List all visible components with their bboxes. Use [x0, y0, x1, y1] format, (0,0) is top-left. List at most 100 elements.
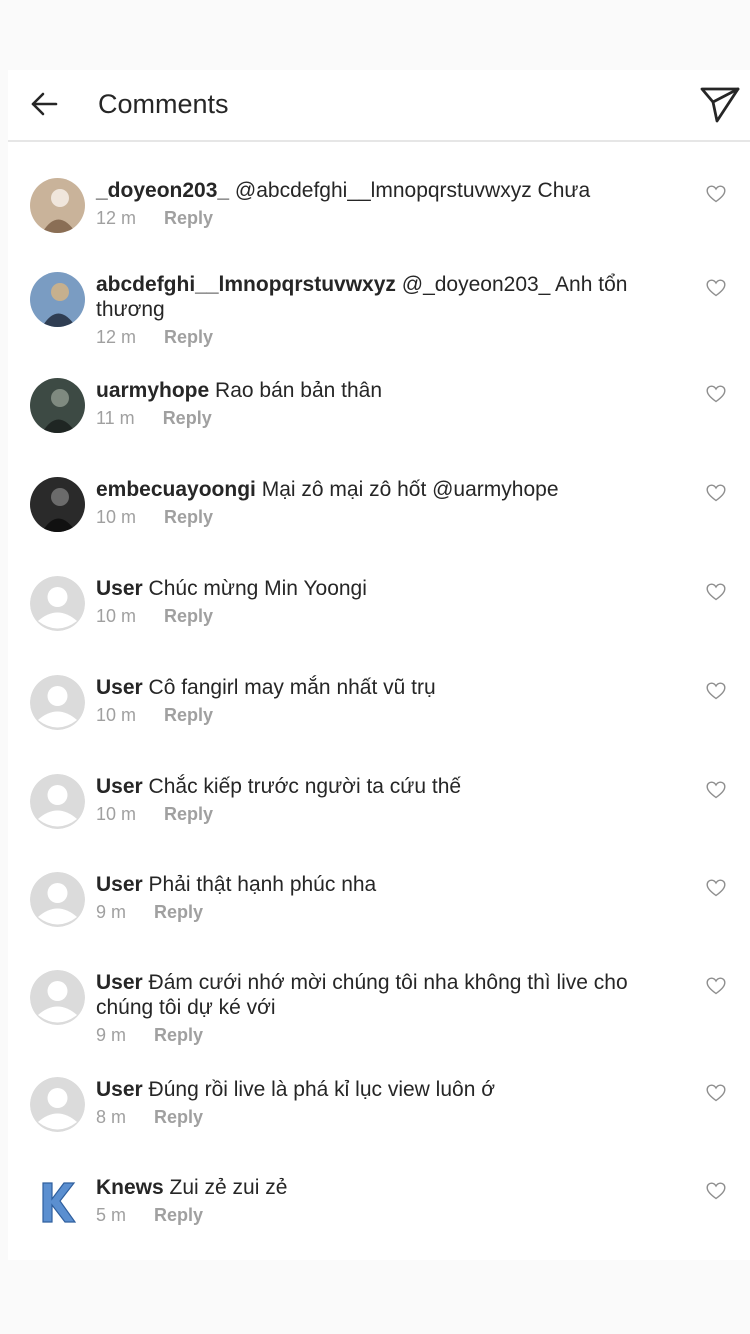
- comment-text-line: User Chắc kiếp trước người ta cứu thế: [96, 774, 666, 799]
- comment-meta: 10 m Reply: [96, 506, 666, 528]
- avatar[interactable]: [30, 774, 85, 829]
- user-photo-icon: [30, 272, 85, 327]
- user-photo-icon: [30, 477, 85, 532]
- comment-time: 11 m: [96, 408, 135, 428]
- default-user-icon: [30, 576, 85, 631]
- comment-meta: 10 m Reply: [96, 704, 666, 726]
- comment-text-line: User Phải thật hạnh phúc nha: [96, 872, 666, 897]
- back-button[interactable]: [24, 84, 64, 124]
- reply-button[interactable]: Reply: [154, 1106, 203, 1128]
- default-user-icon: [30, 675, 85, 730]
- paper-plane-icon: [700, 87, 740, 123]
- user-photo-icon: [30, 378, 85, 433]
- comment-username[interactable]: User: [96, 676, 143, 699]
- like-button[interactable]: [704, 382, 728, 406]
- comment-body: User Phải thật hạnh phúc nha 9 m Reply: [96, 872, 666, 923]
- comment-body: User Cô fangirl may mắn nhất vũ trụ 10 m R…: [96, 675, 666, 726]
- comment-text: Đúng rồi live là phá kỉ lục view luôn ớ: [148, 1078, 495, 1101]
- like-button[interactable]: [704, 1179, 728, 1203]
- avatar[interactable]: [30, 1077, 85, 1132]
- comment-meta: 12 m Reply: [96, 207, 666, 229]
- comment-text: Đám cưới nhớ mời chúng tôi nha không thì…: [96, 971, 628, 1019]
- comment-username[interactable]: User: [96, 1078, 143, 1101]
- heart-outline-icon: [706, 583, 726, 601]
- like-button[interactable]: [704, 1081, 728, 1105]
- heart-outline-icon: [706, 1084, 726, 1102]
- comment-text-line: abcdefghi__lmnopqrstuvwxyz @_doyeon203_ …: [96, 272, 666, 322]
- avatar[interactable]: [30, 477, 85, 532]
- share-button[interactable]: [696, 80, 744, 128]
- comment-text-line: uarmyhope Rao bán bản thân: [96, 378, 666, 403]
- avatar[interactable]: [30, 675, 85, 730]
- comment-text-line: Knews Zui zẻ zui zẻ: [96, 1175, 666, 1200]
- heart-outline-icon: [706, 977, 726, 995]
- reply-button[interactable]: Reply: [164, 207, 213, 229]
- like-button[interactable]: [704, 182, 728, 206]
- comment-username[interactable]: _doyeon203_: [96, 179, 229, 202]
- comment-time: 12 m: [96, 327, 137, 347]
- comment-meta: 12 m Reply: [96, 326, 666, 348]
- comment-meta: 9 m Reply: [96, 1024, 666, 1046]
- avatar[interactable]: [30, 970, 85, 1025]
- comment-username[interactable]: Knews: [96, 1176, 164, 1199]
- reply-button[interactable]: Reply: [164, 506, 213, 528]
- comments-screen: Comments _doyeon203_ @abcdefghi__lmnopqr…: [8, 70, 750, 1260]
- comment-body: User Chắc kiếp trước người ta cứu thế 10 …: [96, 774, 666, 825]
- like-button[interactable]: [704, 276, 728, 300]
- comment-username[interactable]: uarmyhope: [96, 379, 209, 402]
- heart-outline-icon: [706, 185, 726, 203]
- comment-time: 10 m: [96, 507, 137, 527]
- heart-outline-icon: [706, 1182, 726, 1200]
- avatar[interactable]: [30, 378, 85, 433]
- comment-body: uarmyhope Rao bán bản thân 11 m Reply: [96, 378, 666, 429]
- comment-text: @abcdefghi__lmnopqrstuvwxyz Chưa: [234, 179, 591, 202]
- comment-body: User Đám cưới nhớ mời chúng tôi nha khôn…: [96, 970, 666, 1046]
- comment-text-line: embecuayoongi Mại zô mại zô hốt @uarmyho…: [96, 477, 666, 502]
- user-photo-icon: [30, 178, 85, 233]
- comment-time: 9 m: [96, 1025, 127, 1045]
- avatar[interactable]: [30, 872, 85, 927]
- heart-outline-icon: [706, 781, 726, 799]
- comment-text: Zui zẻ zui zẻ: [169, 1176, 288, 1199]
- comment-username[interactable]: abcdefghi__lmnopqrstuvwxyz: [96, 273, 396, 296]
- comment-meta: 10 m Reply: [96, 605, 666, 627]
- reply-button[interactable]: Reply: [163, 407, 212, 429]
- comment-time: 8 m: [96, 1107, 127, 1127]
- comment-text-line: User Đám cưới nhớ mời chúng tôi nha khôn…: [96, 970, 666, 1020]
- like-button[interactable]: [704, 778, 728, 802]
- heart-outline-icon: [706, 385, 726, 403]
- avatar[interactable]: [30, 272, 85, 327]
- comment-text-line: User Đúng rồi live là phá kỉ lục view lu…: [96, 1077, 666, 1102]
- like-button[interactable]: [704, 876, 728, 900]
- avatar[interactable]: [30, 1175, 85, 1230]
- like-button[interactable]: [704, 679, 728, 703]
- comment-text: Chúc mừng Min Yoongi: [148, 577, 367, 600]
- heart-outline-icon: [706, 879, 726, 897]
- comment-body: Knews Zui zẻ zui zẻ 5 m Reply: [96, 1175, 666, 1226]
- reply-button[interactable]: Reply: [164, 704, 213, 726]
- comment-meta: 5 m Reply: [96, 1204, 666, 1226]
- comment-body: _doyeon203_ @abcdefghi__lmnopqrstuvwxyz …: [96, 178, 666, 229]
- comment-username[interactable]: User: [96, 577, 143, 600]
- like-button[interactable]: [704, 580, 728, 604]
- comment-username[interactable]: User: [96, 775, 143, 798]
- comment-username[interactable]: embecuayoongi: [96, 478, 256, 501]
- comment-username[interactable]: User: [96, 873, 143, 896]
- reply-button[interactable]: Reply: [164, 605, 213, 627]
- avatar[interactable]: [30, 178, 85, 233]
- comment-username[interactable]: User: [96, 971, 143, 994]
- comment-time: 5 m: [96, 1205, 127, 1225]
- reply-button[interactable]: Reply: [164, 326, 213, 348]
- heart-outline-icon: [706, 279, 726, 297]
- default-user-icon: [30, 970, 85, 1025]
- like-button[interactable]: [704, 974, 728, 998]
- comment-time: 10 m: [96, 705, 137, 725]
- reply-button[interactable]: Reply: [154, 901, 203, 923]
- reply-button[interactable]: Reply: [154, 1204, 203, 1226]
- avatar[interactable]: [30, 576, 85, 631]
- reply-button[interactable]: Reply: [154, 1024, 203, 1046]
- reply-button[interactable]: Reply: [164, 803, 213, 825]
- like-button[interactable]: [704, 481, 728, 505]
- arrow-left-icon: [31, 92, 58, 116]
- comment-body: User Chúc mừng Min Yoongi 10 m Reply: [96, 576, 666, 627]
